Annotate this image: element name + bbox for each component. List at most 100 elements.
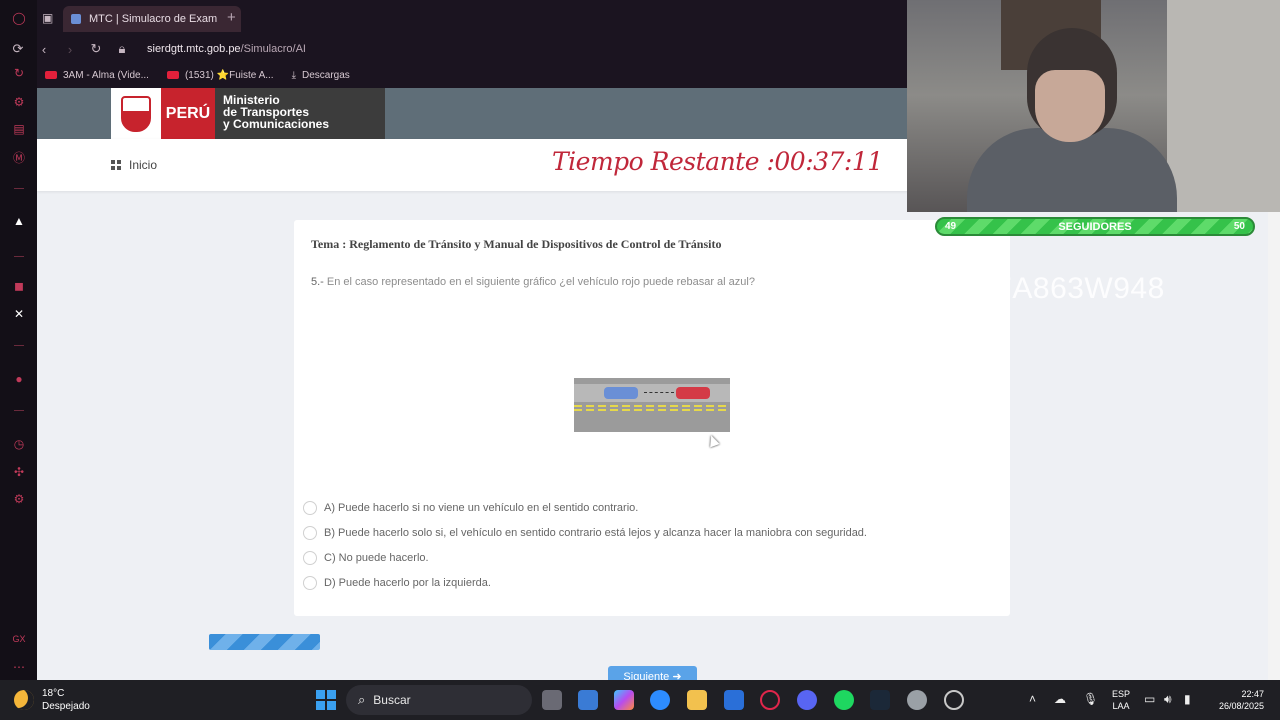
settings-taskbar-icon[interactable]	[907, 690, 927, 710]
weather-label: Despejado	[42, 701, 90, 712]
new-tab-button[interactable]: +	[227, 9, 236, 26]
mouse-cursor-icon	[706, 433, 720, 448]
question-text: 5.- En el caso representado en el siguie…	[311, 276, 755, 288]
bookmark-item[interactable]: ⤓ Descargas	[292, 70, 350, 81]
logo-peru: PERÚ	[161, 88, 215, 139]
youtube-icon	[166, 71, 179, 79]
language-indicator[interactable]: ESP LAA	[1112, 688, 1130, 712]
red-car-icon	[676, 387, 710, 399]
x-icon[interactable]: ✕	[10, 305, 28, 323]
zoom-icon[interactable]	[650, 690, 670, 710]
spotify-icon[interactable]: ●	[10, 370, 28, 388]
url-host: sierdgtt.mtc.gob.pe	[147, 43, 241, 55]
webcam-overlay	[907, 0, 1280, 212]
question-card: Tema : Reglamento de Tránsito y Manual d…	[294, 220, 1010, 616]
temperature: 18°C	[42, 688, 65, 699]
radio-button[interactable]	[303, 576, 317, 590]
answer-option[interactable]: D) Puede hacerlo por la izquierda.	[303, 576, 491, 590]
ministry-line: y Comunicaciones	[223, 117, 330, 131]
answer-option[interactable]: B) Puede hacerlo solo si, el vehículo en…	[303, 526, 867, 540]
sidebar-divider	[14, 410, 24, 411]
file-explorer-icon[interactable]	[687, 690, 707, 710]
tab-islands-icon[interactable]: ▣	[42, 11, 53, 25]
copilot-icon[interactable]	[614, 690, 634, 710]
mic-icon[interactable]: 🎙︎	[1083, 692, 1098, 706]
lang-top: ESP	[1112, 689, 1131, 699]
watermark-text: 27A863W948	[978, 272, 1165, 305]
answer-option[interactable]: A) Puede hacerlo si no viene un vehículo…	[303, 501, 638, 515]
gx-icon[interactable]: GX	[10, 630, 28, 648]
followers-current: 49	[945, 221, 957, 232]
bookmark-item[interactable]: (1531) ⭐Fuiste A...	[166, 69, 274, 81]
taskbar-search[interactable]: ⌕ Buscar	[346, 685, 532, 715]
reload-button[interactable]: ↻	[87, 41, 105, 57]
system-clock[interactable]: 22:47 26/08/2025	[1206, 688, 1264, 712]
question-image	[574, 378, 730, 432]
app-icon[interactable]	[724, 690, 744, 710]
gx-control-icon[interactable]: ⚙	[10, 93, 28, 111]
start-button-icon[interactable]	[316, 690, 336, 710]
arc-icon[interactable]: ▲	[10, 212, 28, 230]
network-icon[interactable]: ▭	[1144, 692, 1155, 706]
tab-title: MTC | Simulacro de Exam	[89, 13, 218, 25]
mail-icon[interactable]: Ⓜ	[10, 148, 28, 166]
settings-icon[interactable]: ⚙	[10, 490, 28, 508]
option-label: D) Puede hacerlo por la izquierda.	[324, 577, 491, 589]
spotify-taskbar-icon[interactable]	[834, 690, 854, 710]
cloud-icon[interactable]: ☁	[1054, 692, 1066, 706]
weather-widget[interactable]: 18°C Despejado	[14, 687, 90, 713]
webcam-wall	[1167, 0, 1280, 212]
reload-side-icon[interactable]: ⟳	[9, 41, 27, 57]
more-icon[interactable]: ⋯	[10, 658, 28, 676]
battery-icon[interactable]: ▮	[1184, 692, 1191, 706]
search-placeholder: Buscar	[373, 693, 411, 707]
option-label: A) Puede hacerlo si no viene un vehículo…	[324, 502, 639, 514]
clock-time: 22:47	[1241, 689, 1264, 699]
tab-active[interactable]: MTC | Simulacro de Exam	[63, 6, 241, 32]
next-button[interactable]: Siguiente ➜	[608, 666, 697, 680]
clock-icon[interactable]: ◷	[10, 435, 28, 453]
home-label: Inicio	[129, 158, 158, 172]
opera-logo-icon[interactable]: ◯	[10, 9, 28, 27]
radio-button[interactable]	[303, 526, 317, 540]
road-center-line	[574, 405, 730, 407]
followers-label: SEGUIDORES	[1058, 220, 1132, 233]
tab-bar: ▣ MTC | Simulacro de Exam +	[37, 0, 907, 36]
question-body: En el caso representado en el siguiente …	[326, 276, 755, 288]
favicon-icon	[71, 14, 81, 24]
twitch-icon[interactable]: ◼	[10, 277, 28, 295]
bookmark-label: (1531) ⭐Fuiste A...	[184, 69, 274, 81]
screen: ◯ ↻ ⚙ ▤ Ⓜ ▲ ◼ ✕ ● ◷ ✣ ⚙ GX ⋯ ▣ MTC | Sim…	[0, 0, 1280, 720]
back-button[interactable]: ‹	[35, 42, 53, 57]
blue-car-icon	[604, 387, 638, 399]
radio-button[interactable]	[303, 501, 317, 515]
option-label: C) No puede hacerlo.	[324, 552, 429, 564]
opera-gx-icon[interactable]	[760, 690, 780, 710]
browser-sidebar: ◯ ↻ ⚙ ▤ Ⓜ ▲ ◼ ✕ ● ◷ ✣ ⚙ GX ⋯	[0, 0, 37, 680]
answer-option[interactable]: C) No puede hacerlo.	[303, 551, 429, 565]
mtc-logo[interactable]: PERÚ Ministerio de Transportes y Comunic…	[111, 88, 385, 139]
radio-button[interactable]	[303, 551, 317, 565]
home-link[interactable]: Inicio	[111, 158, 157, 172]
discord-icon[interactable]	[797, 690, 817, 710]
peru-shield-icon	[111, 88, 161, 139]
url-path: /Simulacro/AI	[240, 43, 306, 55]
task-view-icon[interactable]	[542, 690, 562, 710]
tray-chevron-icon[interactable]: ˄	[1029, 692, 1036, 706]
followers-goal: 50	[1233, 221, 1245, 232]
url-field[interactable]: sierdgtt.mtc.gob.pe/Simulacro/AI	[147, 43, 306, 55]
history-icon[interactable]: ↻	[10, 64, 28, 82]
bookmark-item[interactable]: 3AM - Alma (Vide...	[45, 70, 149, 81]
obs-icon[interactable]	[944, 690, 964, 710]
bookmark-label: 3AM - Alma (Vide...	[63, 69, 149, 81]
dashboard-icon	[111, 160, 121, 170]
youtube-icon	[45, 71, 57, 79]
store-icon[interactable]	[578, 690, 598, 710]
lock-icon: 🔒︎	[118, 41, 126, 56]
volume-icon[interactable]: 🔊︎	[1164, 692, 1172, 707]
gx-corner-icon[interactable]: ▤	[10, 120, 28, 138]
steam-icon[interactable]	[870, 690, 890, 710]
forward-button[interactable]: ›	[61, 42, 79, 57]
extensions-icon[interactable]: ✣	[10, 463, 28, 481]
followers-goal-bar: 49 SEGUIDORES 50	[935, 217, 1255, 236]
